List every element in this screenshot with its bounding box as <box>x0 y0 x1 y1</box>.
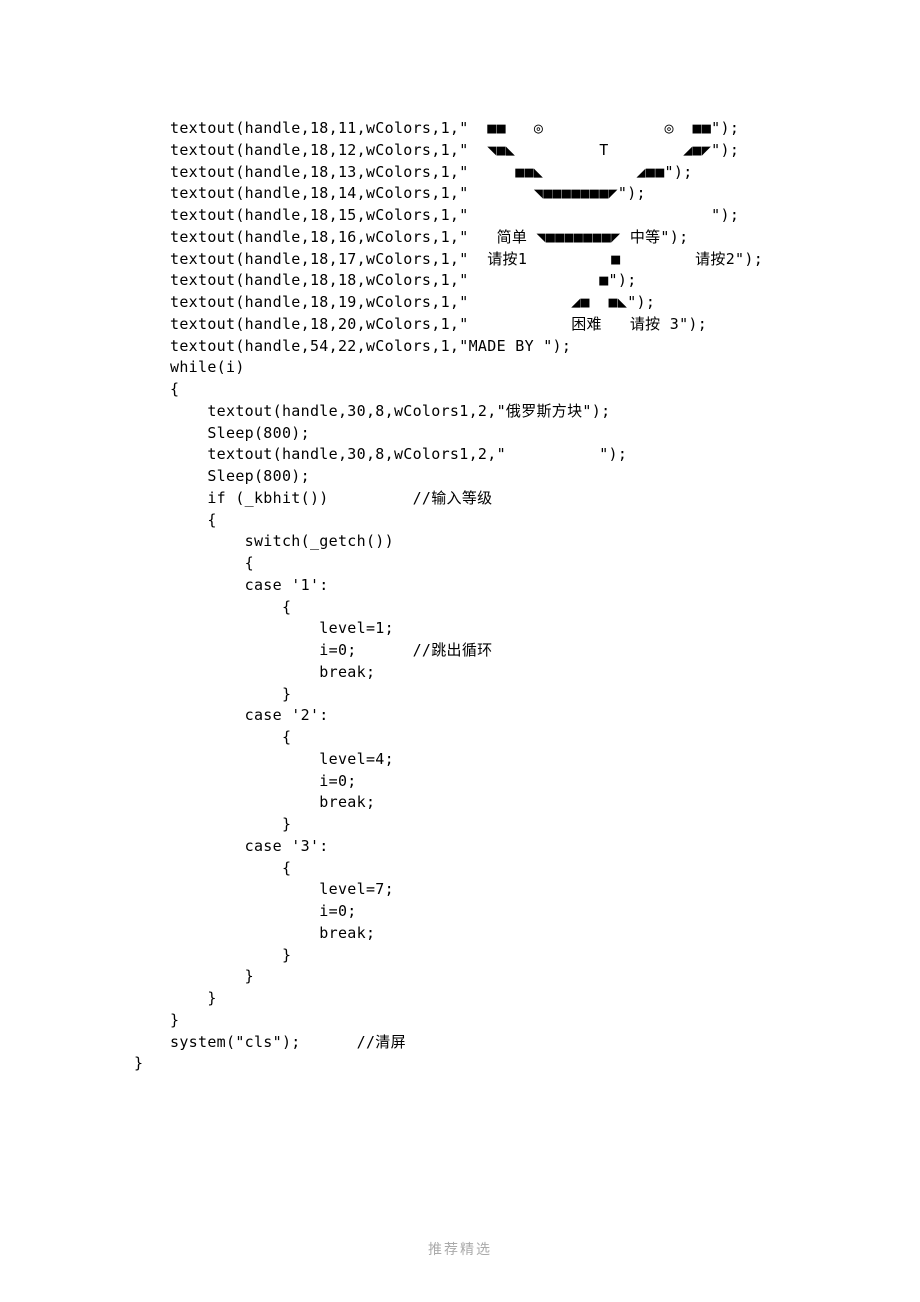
code-line: } <box>170 684 920 706</box>
code-line: textout(handle,18,11,wColors,1," ■■ ◎ ◎ … <box>170 118 920 140</box>
code-line: if (_kbhit()) //输入等级 <box>170 488 920 510</box>
code-line: textout(handle,18,16,wColors,1," 简单 ◥■■■… <box>170 227 920 249</box>
code-line: level=4; <box>170 749 920 771</box>
code-line: level=1; <box>170 618 920 640</box>
code-line: system("cls"); //清屏 <box>170 1032 920 1054</box>
code-line: i=0; //跳出循环 <box>170 640 920 662</box>
code-line: textout(handle,30,8,wColors1,2," "); <box>170 444 920 466</box>
code-line: break; <box>170 923 920 945</box>
code-line: textout(handle,18,13,wColors,1," ■■◣ ◢■■… <box>170 162 920 184</box>
code-line: } <box>170 988 920 1010</box>
code-line: while(i) <box>170 357 920 379</box>
code-line: textout(handle,18,19,wColors,1," ◢■ ■◣")… <box>170 292 920 314</box>
code-line: break; <box>170 792 920 814</box>
code-line: case '2': <box>170 705 920 727</box>
document-page: textout(handle,18,11,wColors,1," ■■ ◎ ◎ … <box>0 0 920 1302</box>
code-line: { <box>170 858 920 880</box>
code-line: textout(handle,18,12,wColors,1," ◥■◣ T ◢… <box>170 140 920 162</box>
code-line: break; <box>170 662 920 684</box>
code-line: } <box>170 966 920 988</box>
code-line: textout(handle,30,8,wColors1,2,"俄罗斯方块"); <box>170 401 920 423</box>
code-line: textout(handle,18,17,wColors,1," 请按1 ■ 请… <box>170 249 920 271</box>
code-line: { <box>170 727 920 749</box>
code-line: case '1': <box>170 575 920 597</box>
code-line: textout(handle,18,18,wColors,1," ■"); <box>170 270 920 292</box>
code-line: i=0; <box>170 771 920 793</box>
code-line: textout(handle,18,15,wColors,1," "); <box>170 205 920 227</box>
code-line: textout(handle,18,14,wColors,1," ◥■■■■■■… <box>170 183 920 205</box>
code-line: { <box>170 379 920 401</box>
code-line: case '3': <box>170 836 920 858</box>
code-line: i=0; <box>170 901 920 923</box>
code-line: } <box>170 1010 920 1032</box>
code-line: { <box>170 510 920 532</box>
code-block: textout(handle,18,11,wColors,1," ■■ ◎ ◎ … <box>170 118 920 1053</box>
code-line: { <box>170 553 920 575</box>
code-line: switch(_getch()) <box>170 531 920 553</box>
code-line: Sleep(800); <box>170 466 920 488</box>
code-line: textout(handle,18,20,wColors,1," 困难 请按 3… <box>170 314 920 336</box>
code-line: { <box>170 597 920 619</box>
page-footer: 推荐精选 <box>0 1240 920 1260</box>
code-line: textout(handle,54,22,wColors,1,"MADE BY … <box>170 336 920 358</box>
code-line: level=7; <box>170 879 920 901</box>
code-line: } <box>170 945 920 967</box>
code-line: } <box>170 814 920 836</box>
closing-brace: } <box>134 1053 920 1075</box>
code-line: Sleep(800); <box>170 423 920 445</box>
